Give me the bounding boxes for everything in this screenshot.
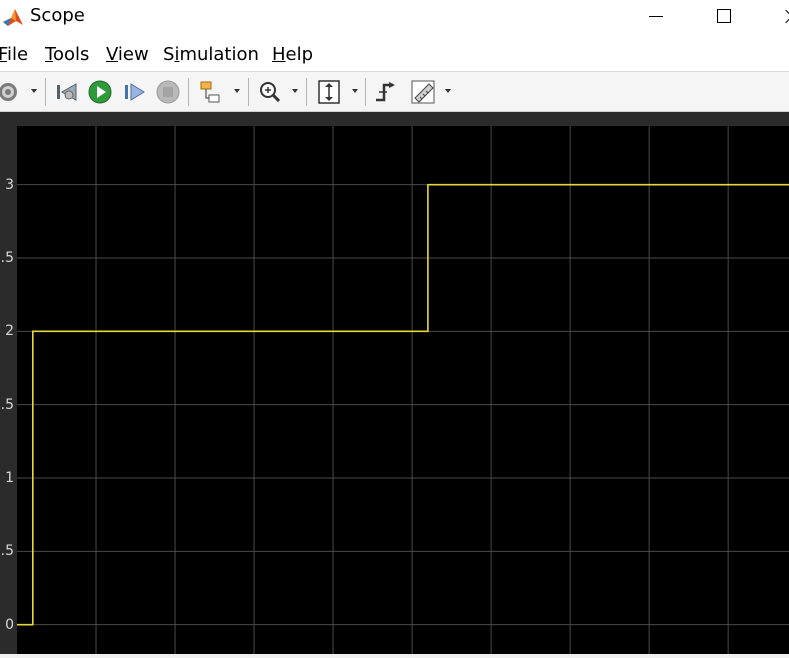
menu-simulation[interactable]: Simulation (163, 44, 259, 66)
menu-tools[interactable]: Tools (45, 44, 89, 66)
matlab-icon (2, 6, 24, 28)
stop-icon[interactable] (155, 78, 181, 106)
scope-axes[interactable] (17, 126, 789, 654)
y-tick-label: 1 (5, 470, 14, 486)
y-tick-label: .5 (0, 543, 14, 560)
y-tick-label: 2 (5, 323, 14, 340)
toolbar (0, 72, 789, 112)
menu-help[interactable]: Help (272, 44, 313, 66)
menu-bar: File Tools View Simulation Help (0, 34, 789, 72)
step-back-icon[interactable] (54, 78, 80, 106)
window-title: Scope (30, 5, 85, 26)
toolbar-separator (248, 78, 249, 106)
autoscale-dropdown-caret[interactable] (352, 89, 358, 93)
menu-view[interactable]: View (106, 44, 149, 66)
highlight-dropdown-caret[interactable] (234, 89, 240, 93)
zoom-in-icon[interactable] (256, 78, 284, 106)
run-icon[interactable] (87, 78, 113, 106)
menu-file[interactable]: File (0, 44, 28, 66)
y-tick-label: 3 (5, 176, 14, 193)
toolbar-separator (188, 78, 189, 106)
settings-gear-icon[interactable] (0, 78, 22, 106)
close-icon[interactable] (772, 0, 789, 34)
y-tick-label: .5 (0, 396, 14, 413)
highlight-blocks-icon[interactable] (197, 78, 225, 106)
toolbar-separator (365, 78, 366, 106)
triggers-icon[interactable] (373, 78, 401, 106)
autoscale-icon[interactable] (315, 78, 343, 106)
step-forward-icon[interactable] (121, 78, 147, 106)
toolbar-separator (45, 78, 46, 106)
settings-dropdown-caret[interactable] (31, 89, 37, 93)
measurements-dropdown-caret[interactable] (445, 89, 451, 93)
maximize-icon[interactable] (702, 0, 748, 34)
zoom-dropdown-caret[interactable] (292, 89, 298, 93)
y-tick-label: 0 (5, 616, 14, 633)
plot-canvas (17, 126, 789, 654)
measurements-ruler-icon[interactable] (409, 78, 437, 106)
window-titlebar: Scope (0, 0, 789, 34)
y-tick-label: .5 (0, 250, 14, 266)
minimize-icon[interactable] (632, 0, 678, 34)
toolbar-separator (306, 78, 307, 106)
